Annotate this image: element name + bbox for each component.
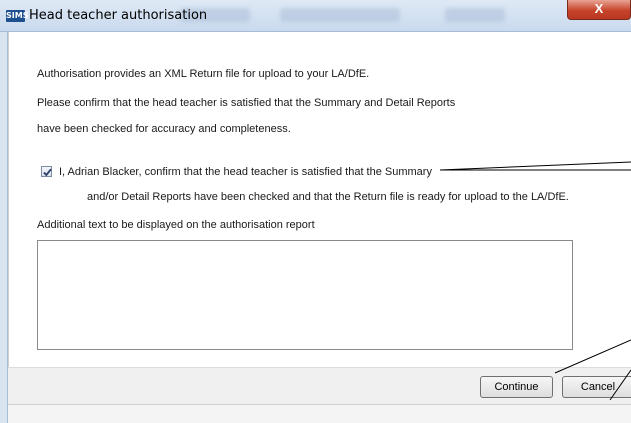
confirm-text-line-2: have been checked for accuracy and compl…	[37, 123, 291, 135]
sims-app-icon: SIMS	[6, 10, 29, 22]
blurred-background-title	[445, 8, 505, 22]
blurred-background-title	[280, 8, 400, 22]
continue-button[interactable]: Continue	[480, 376, 553, 398]
checkbox-label-line-2[interactable]: and/or Detail Reports have been checked …	[87, 191, 569, 203]
window-title: Head teacher authorisation	[29, 8, 208, 23]
status-bar	[8, 404, 631, 423]
window-left-frame	[0, 32, 8, 423]
additional-text-input[interactable]	[37, 240, 573, 350]
confirm-text-line-1: Please confirm that the head teacher is …	[37, 97, 456, 109]
additional-text-label: Additional text to be displayed on the a…	[37, 219, 315, 231]
intro-text: Authorisation provides an XML Return fil…	[37, 68, 370, 80]
close-icon: X	[594, 1, 604, 16]
authorisation-checkbox[interactable]	[41, 166, 52, 177]
title-bar: SIMS Head teacher authorisation X	[0, 0, 631, 32]
checkmark-icon	[43, 168, 52, 177]
close-button[interactable]: X	[567, 0, 631, 20]
cancel-button[interactable]: Cancel	[562, 376, 631, 398]
checkbox-label-line-1[interactable]: I, Adrian Blacker, confirm that the head…	[59, 166, 432, 178]
button-bar: Continue Cancel	[8, 367, 631, 404]
